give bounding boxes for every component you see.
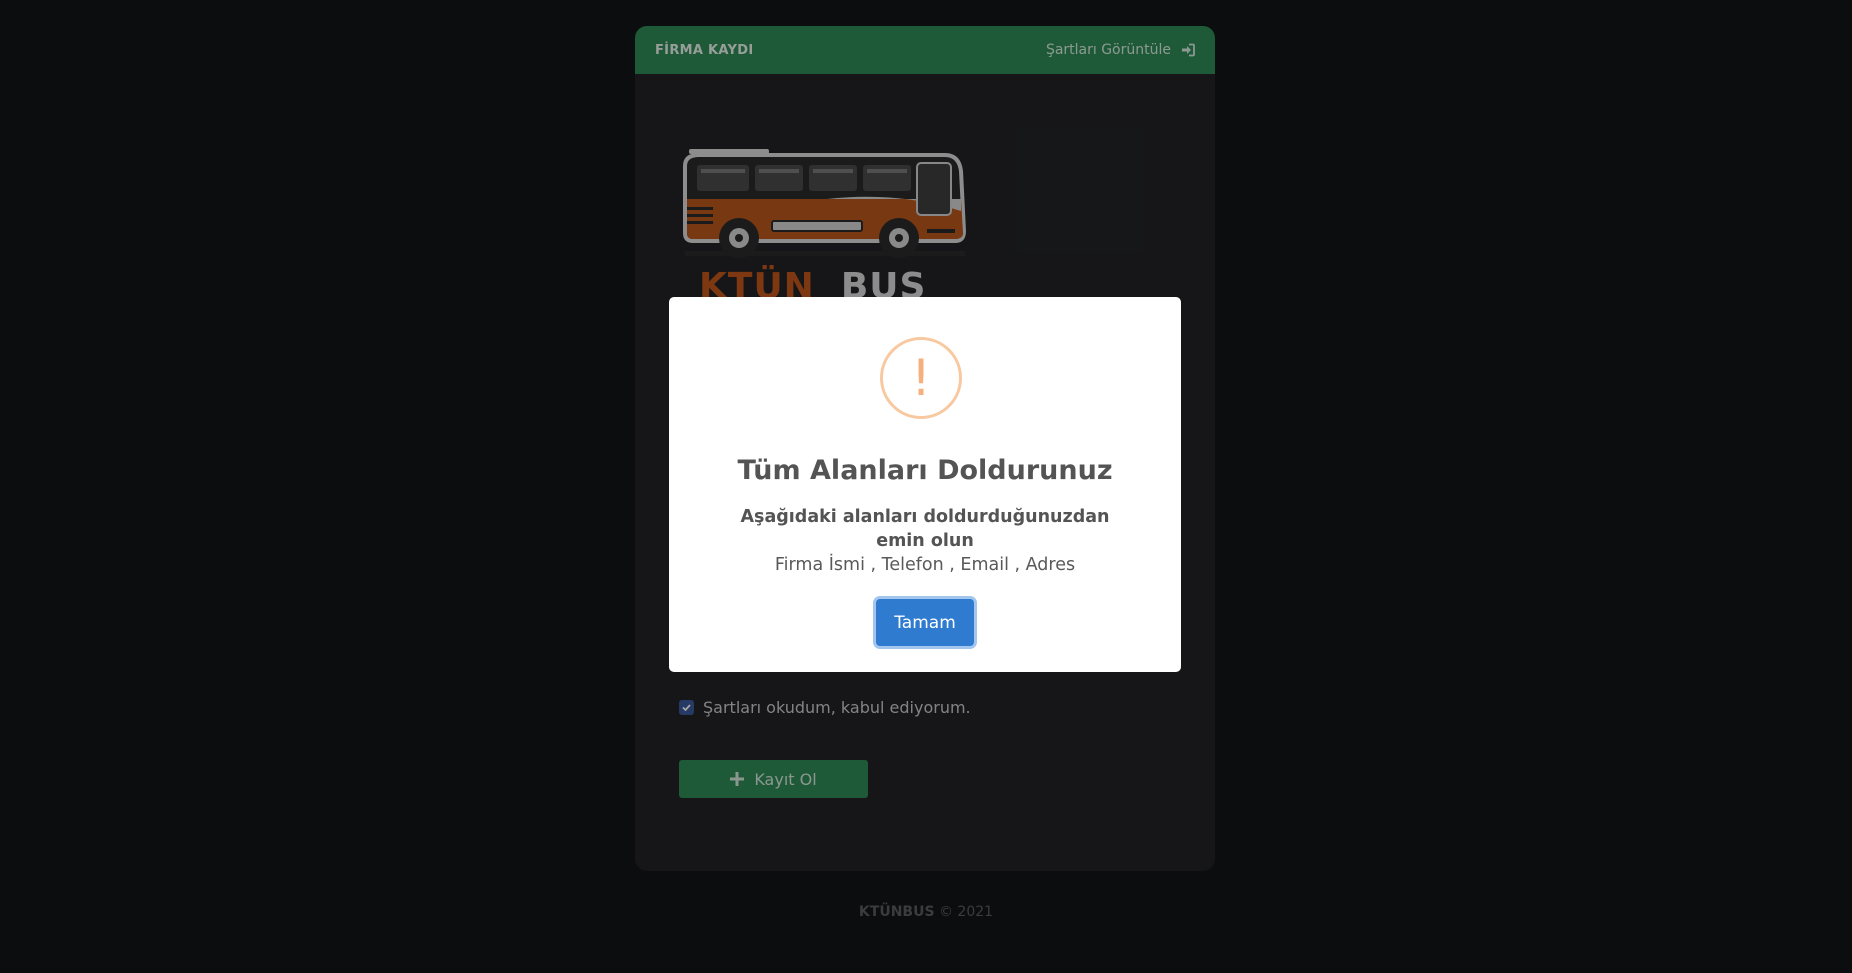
ok-button[interactable]: Tamam [876,599,974,646]
alert-message: Aşağıdaki alanları doldurduğunuzdan emin… [729,505,1121,577]
alert-required-fields: Firma İsmi , Telefon , Email , Adres [774,555,1076,575]
alert-title: Tüm Alanları Doldurunuz [737,455,1113,486]
alert-dialog: ! Tüm Alanları Doldurunuz Aşağıdaki alan… [669,297,1181,672]
warning-icon: ! [880,337,962,419]
alert-message-text: Aşağıdaki alanları doldurduğunuzdan emin… [740,507,1110,551]
